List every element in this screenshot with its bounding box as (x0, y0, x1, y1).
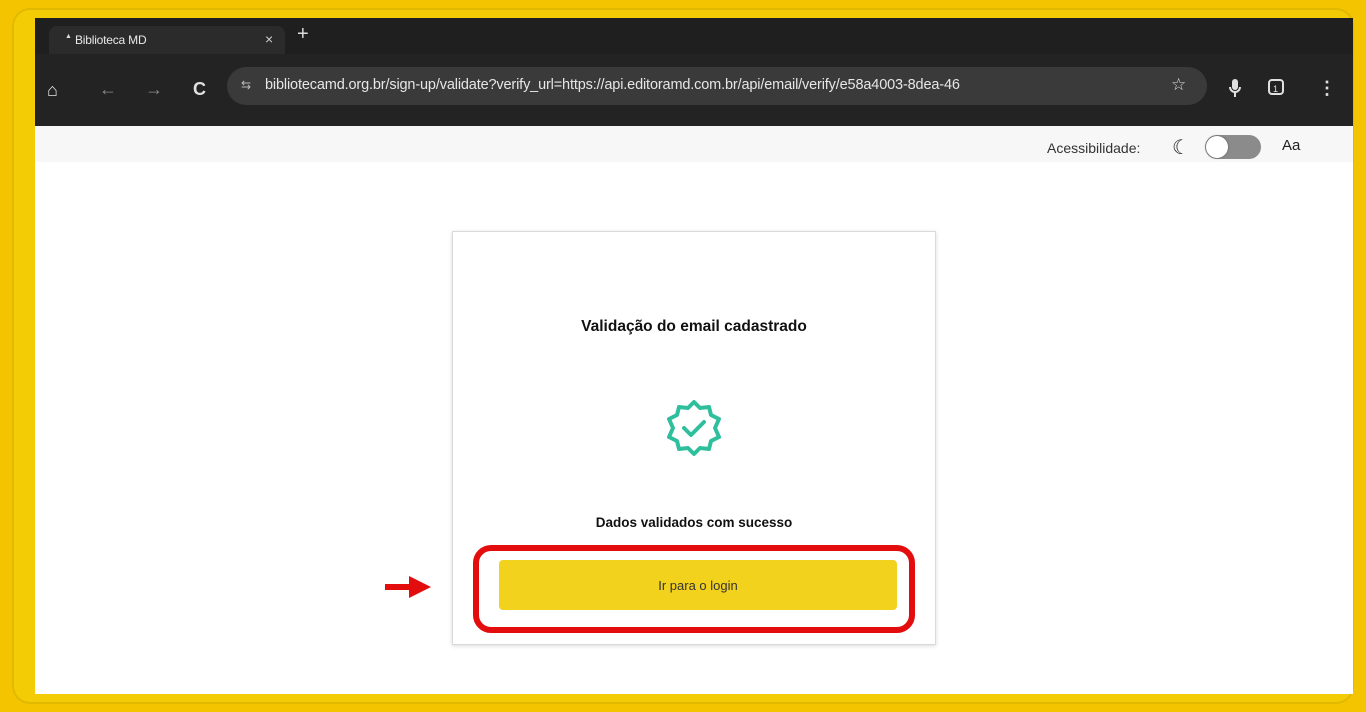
new-tab-icon[interactable]: + (297, 24, 309, 44)
red-arrow-icon (385, 575, 433, 604)
home-icon[interactable]: ⌂ (47, 81, 58, 99)
verified-badge-icon (664, 398, 724, 463)
browser-window: ▲ Biblioteca MD × + ⌂ ← → C ⇆ biblioteca… (35, 18, 1353, 694)
tab-switcher-icon[interactable]: 1 (1267, 78, 1285, 99)
browser-toolbar: ⌂ ← → C ⇆ bibliotecamd.org.br/sign-up/va… (35, 54, 1353, 126)
forward-icon[interactable]: → (145, 80, 163, 98)
url-text: bibliotecamd.org.br/sign-up/validate?ver… (265, 77, 960, 93)
accessibility-bar: Acessibilidade: ☾ Aa (35, 126, 1353, 162)
toggle-knob (1206, 136, 1228, 158)
success-message: Dados validados com sucesso (595, 515, 793, 530)
reload-icon[interactable]: C (193, 80, 206, 98)
card-title: Validação do email cadastrado (581, 318, 807, 335)
bookmark-star-icon[interactable]: ☆ (1171, 75, 1186, 95)
address-bar[interactable]: ⇆ bibliotecamd.org.br/sign-up/validate?v… (227, 67, 1207, 105)
tab-close-icon[interactable]: × (265, 31, 273, 47)
tab-strip: ▲ Biblioteca MD × + (35, 18, 1353, 54)
tab-count: 1 (1273, 84, 1279, 94)
tab-title: Biblioteca MD (75, 33, 147, 47)
menu-kebab-icon[interactable]: ⋮ (1318, 79, 1336, 97)
back-icon[interactable]: ← (99, 80, 117, 98)
moon-icon: ☾ (1172, 137, 1190, 159)
font-size-button[interactable]: Aa (1282, 137, 1300, 154)
browser-tab[interactable]: ▲ Biblioteca MD × (49, 26, 285, 54)
highlight-annotation (473, 545, 915, 633)
site-info-icon[interactable]: ⇆ (241, 78, 251, 92)
page-content: Acessibilidade: ☾ Aa Validação do email … (35, 126, 1353, 694)
dark-mode-toggle[interactable] (1205, 135, 1261, 159)
accessibility-label: Acessibilidade: (1047, 140, 1141, 156)
tab-favicon-icon: ▲ (65, 33, 72, 40)
microphone-icon[interactable] (1228, 78, 1242, 101)
